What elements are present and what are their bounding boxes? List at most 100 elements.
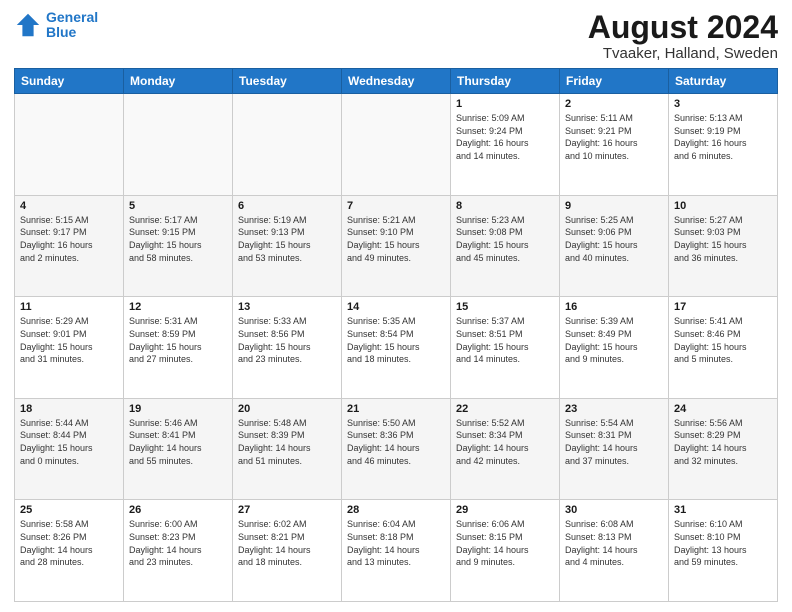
calendar-cell: 12Sunrise: 5:31 AM Sunset: 8:59 PM Dayli… xyxy=(124,297,233,399)
day-info: Sunrise: 5:39 AM Sunset: 8:49 PM Dayligh… xyxy=(565,315,663,365)
calendar-cell: 23 Sunrise: 5:54 AM Sunset: 8:31 PM Dayli… xyxy=(560,398,669,500)
day-info: Sunrise: 5:44 AM Sunset: 8:44 PM Dayligh… xyxy=(20,417,118,467)
calendar-cell: 3 Sunrise: 5:13 AM Sunset: 9:19 PM Daylig… xyxy=(669,94,778,196)
day-info: Sunrise: 5:21 AM Sunset: 9:10 PM Dayligh… xyxy=(347,214,445,264)
day-info: Sunrise: 6:08 AM Sunset: 8:13 PM Dayligh… xyxy=(565,518,663,568)
calendar-cell: 29 Sunrise: 6:06 AM Sunset: 8:15 PM Dayli… xyxy=(451,500,560,602)
day-info: Sunrise: 5:19 AM Sunset: 9:13 PM Dayligh… xyxy=(238,214,336,264)
calendar-cell: 14Sunrise: 5:35 AM Sunset: 8:54 PM Dayli… xyxy=(342,297,451,399)
header-thursday: Thursday xyxy=(451,69,560,94)
day-number: 8 xyxy=(456,200,554,212)
calendar-table: SundayMondayTuesdayWednesdayThursdayFrid… xyxy=(14,68,778,602)
day-number: 13 xyxy=(238,301,336,313)
logo-line1: General xyxy=(46,9,98,25)
day-info: Sunrise: 5:54 AM Sunset: 8:31 PM Dayligh… xyxy=(565,417,663,467)
day-number: 22 xyxy=(456,403,554,415)
calendar-cell: 16Sunrise: 5:39 AM Sunset: 8:49 PM Dayli… xyxy=(560,297,669,399)
day-number: 20 xyxy=(238,403,336,415)
day-info: Sunrise: 5:58 AM Sunset: 8:26 PM Dayligh… xyxy=(20,518,118,568)
header-tuesday: Tuesday xyxy=(233,69,342,94)
day-number: 21 xyxy=(347,403,445,415)
calendar-cell: 5 Sunrise: 5:17 AM Sunset: 9:15 PM Daylig… xyxy=(124,195,233,297)
calendar-week-row: 1Sunrise: 5:09 AM Sunset: 9:24 PM Daylig… xyxy=(15,94,778,196)
day-info: Sunrise: 5:11 AM Sunset: 9:21 PM Dayligh… xyxy=(565,112,663,162)
calendar-cell: 1Sunrise: 5:09 AM Sunset: 9:24 PM Daylig… xyxy=(451,94,560,196)
day-info: Sunrise: 5:41 AM Sunset: 8:46 PM Dayligh… xyxy=(674,315,772,365)
logo: General Blue xyxy=(14,10,98,41)
day-info: Sunrise: 5:13 AM Sunset: 9:19 PM Dayligh… xyxy=(674,112,772,162)
calendar-cell xyxy=(15,94,124,196)
location: Tvaaker, Halland, Sweden xyxy=(588,45,778,62)
day-number: 6 xyxy=(238,200,336,212)
calendar-cell: 7 Sunrise: 5:21 AM Sunset: 9:10 PM Daylig… xyxy=(342,195,451,297)
day-info: Sunrise: 6:04 AM Sunset: 8:18 PM Dayligh… xyxy=(347,518,445,568)
calendar-cell: 22 Sunrise: 5:52 AM Sunset: 8:34 PM Dayli… xyxy=(451,398,560,500)
logo-line2: Blue xyxy=(46,24,76,40)
header-wednesday: Wednesday xyxy=(342,69,451,94)
day-info: Sunrise: 5:29 AM Sunset: 9:01 PM Dayligh… xyxy=(20,315,118,365)
day-info: Sunrise: 5:17 AM Sunset: 9:15 PM Dayligh… xyxy=(129,214,227,264)
day-number: 18 xyxy=(20,403,118,415)
calendar-cell: 6 Sunrise: 5:19 AM Sunset: 9:13 PM Daylig… xyxy=(233,195,342,297)
calendar-cell: 27 Sunrise: 6:02 AM Sunset: 8:21 PM Dayli… xyxy=(233,500,342,602)
calendar-cell: 25 Sunrise: 5:58 AM Sunset: 8:26 PM Dayli… xyxy=(15,500,124,602)
calendar-cell: 19Sunrise: 5:46 AM Sunset: 8:41 PM Dayli… xyxy=(124,398,233,500)
day-number: 23 xyxy=(565,403,663,415)
day-number: 17 xyxy=(674,301,772,313)
day-info: Sunrise: 6:06 AM Sunset: 8:15 PM Dayligh… xyxy=(456,518,554,568)
calendar-cell: 13 Sunrise: 5:33 AM Sunset: 8:56 PM Dayli… xyxy=(233,297,342,399)
day-number: 14 xyxy=(347,301,445,313)
calendar-cell: 28 Sunrise: 6:04 AM Sunset: 8:18 PM Dayli… xyxy=(342,500,451,602)
top-area: General Blue August 2024 Tvaaker, Hallan… xyxy=(14,10,778,62)
day-number: 10 xyxy=(674,200,772,212)
header-saturday: Saturday xyxy=(669,69,778,94)
day-info: Sunrise: 5:15 AM Sunset: 9:17 PM Dayligh… xyxy=(20,214,118,264)
calendar-cell xyxy=(342,94,451,196)
month-title: August 2024 xyxy=(588,10,778,45)
day-number: 31 xyxy=(674,504,772,516)
day-info: Sunrise: 5:52 AM Sunset: 8:34 PM Dayligh… xyxy=(456,417,554,467)
calendar-cell: 10Sunrise: 5:27 AM Sunset: 9:03 PM Dayli… xyxy=(669,195,778,297)
day-number: 5 xyxy=(129,200,227,212)
calendar-week-row: 11Sunrise: 5:29 AM Sunset: 9:01 PM Dayli… xyxy=(15,297,778,399)
day-number: 28 xyxy=(347,504,445,516)
day-number: 29 xyxy=(456,504,554,516)
day-number: 1 xyxy=(456,98,554,110)
calendar-cell: 15Sunrise: 5:37 AM Sunset: 8:51 PM Dayli… xyxy=(451,297,560,399)
calendar-cell xyxy=(233,94,342,196)
calendar-cell: 24 Sunrise: 5:56 AM Sunset: 8:29 PM Dayli… xyxy=(669,398,778,500)
calendar-week-row: 25 Sunrise: 5:58 AM Sunset: 8:26 PM Dayli… xyxy=(15,500,778,602)
calendar-cell: 26 Sunrise: 6:00 AM Sunset: 8:23 PM Dayli… xyxy=(124,500,233,602)
calendar-cell: 20Sunrise: 5:48 AM Sunset: 8:39 PM Dayli… xyxy=(233,398,342,500)
day-info: Sunrise: 5:33 AM Sunset: 8:56 PM Dayligh… xyxy=(238,315,336,365)
header-sunday: Sunday xyxy=(15,69,124,94)
calendar-cell: 18 Sunrise: 5:44 AM Sunset: 8:44 PM Dayli… xyxy=(15,398,124,500)
logo-icon xyxy=(14,11,42,39)
day-number: 3 xyxy=(674,98,772,110)
day-info: Sunrise: 5:37 AM Sunset: 8:51 PM Dayligh… xyxy=(456,315,554,365)
day-info: Sunrise: 5:23 AM Sunset: 9:08 PM Dayligh… xyxy=(456,214,554,264)
day-number: 27 xyxy=(238,504,336,516)
day-number: 7 xyxy=(347,200,445,212)
day-info: Sunrise: 6:02 AM Sunset: 8:21 PM Dayligh… xyxy=(238,518,336,568)
day-number: 26 xyxy=(129,504,227,516)
calendar-week-row: 4Sunrise: 5:15 AM Sunset: 9:17 PM Daylig… xyxy=(15,195,778,297)
calendar-week-row: 18 Sunrise: 5:44 AM Sunset: 8:44 PM Dayli… xyxy=(15,398,778,500)
day-info: Sunrise: 5:50 AM Sunset: 8:36 PM Dayligh… xyxy=(347,417,445,467)
day-info: Sunrise: 5:56 AM Sunset: 8:29 PM Dayligh… xyxy=(674,417,772,467)
logo-text: General Blue xyxy=(46,10,98,41)
day-number: 24 xyxy=(674,403,772,415)
title-area: August 2024 Tvaaker, Halland, Sweden xyxy=(588,10,778,62)
header-monday: Monday xyxy=(124,69,233,94)
day-number: 9 xyxy=(565,200,663,212)
calendar-cell: 17 Sunrise: 5:41 AM Sunset: 8:46 PM Dayli… xyxy=(669,297,778,399)
calendar-cell: 30Sunrise: 6:08 AM Sunset: 8:13 PM Dayli… xyxy=(560,500,669,602)
calendar-cell: 21 Sunrise: 5:50 AM Sunset: 8:36 PM Dayli… xyxy=(342,398,451,500)
day-info: Sunrise: 5:25 AM Sunset: 9:06 PM Dayligh… xyxy=(565,214,663,264)
day-number: 25 xyxy=(20,504,118,516)
day-info: Sunrise: 6:00 AM Sunset: 8:23 PM Dayligh… xyxy=(129,518,227,568)
day-number: 12 xyxy=(129,301,227,313)
calendar-cell: 31Sunrise: 6:10 AM Sunset: 8:10 PM Dayli… xyxy=(669,500,778,602)
header-friday: Friday xyxy=(560,69,669,94)
calendar-cell xyxy=(124,94,233,196)
